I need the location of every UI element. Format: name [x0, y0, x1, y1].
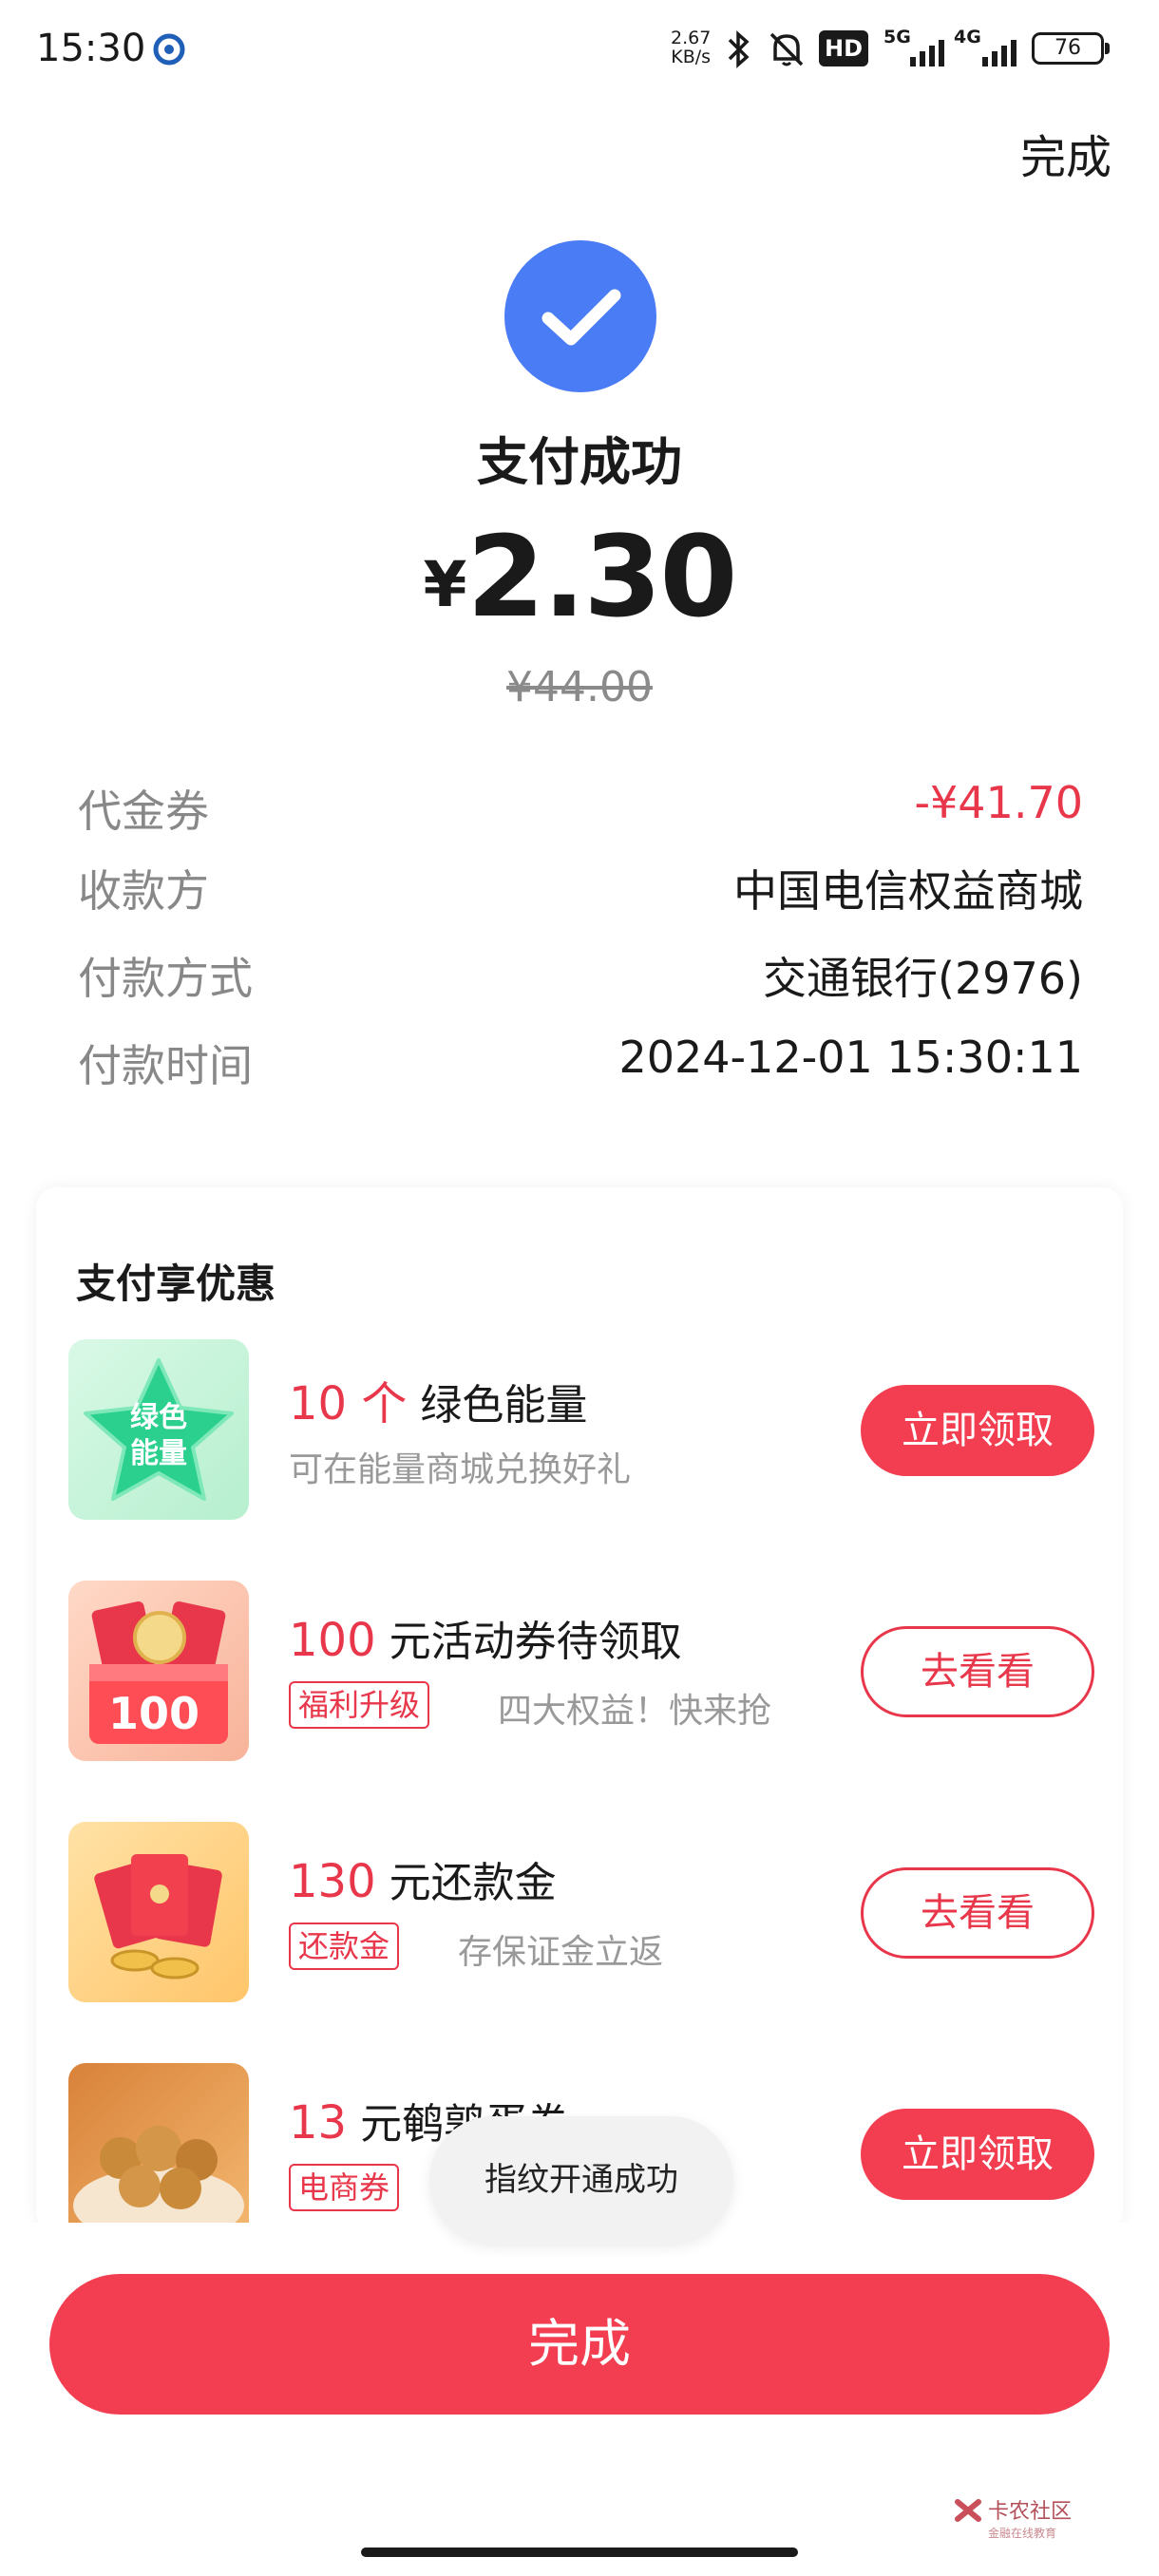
- detail-label: 代金券: [78, 786, 209, 837]
- detail-value: 交通银行(2976): [763, 953, 1083, 1004]
- done-button[interactable]: 完成: [49, 2274, 1110, 2415]
- home-indicator[interactable]: [361, 2548, 798, 2557]
- detail-row-voucher: 代金券 -¥41.70: [78, 777, 1083, 837]
- detail-row-payment-time: 付款时间 2024-12-01 15:30:11: [78, 1032, 1083, 1091]
- watermark-subtitle: 金融在线教育: [988, 2527, 1057, 2540]
- offer-highlight: 100: [289, 1614, 376, 1667]
- app-notification-icon: [153, 33, 185, 66]
- detail-row-payee: 收款方 中国电信权益商城: [78, 857, 1083, 917]
- status-bar: 15:30 2.67 KB/s HD 5G 4G 76: [0, 0, 1159, 99]
- signal-icon-1: [910, 40, 944, 66]
- offer-highlight: 10 个: [289, 1377, 408, 1430]
- network-speed-value: 2.67: [671, 28, 712, 48]
- promo-card: 支付享优惠 绿色 能量 10 个 绿色能量 可在能量商城兑换好礼 立即领取 10…: [36, 1187, 1123, 2244]
- payment-success-title: 支付成功: [477, 432, 682, 492]
- energy-label-line1: 绿色: [130, 1401, 187, 1434]
- offer-item-activity-coupon[interactable]: 100 100 元活动券待领取 福利升级 四大权益！快来抢 去看看: [68, 1581, 1094, 1761]
- detail-value: 2024-12-01 15:30:11: [618, 1032, 1083, 1083]
- promo-card-title: 支付享优惠: [76, 1260, 276, 1307]
- fingerprint-toast: 指纹开通成功: [429, 2116, 733, 2244]
- network-speed-unit: KB/s: [671, 47, 712, 67]
- amount-value: 2.30: [466, 511, 737, 642]
- watermark-logo-icon: [955, 2499, 981, 2522]
- red-envelope-thumbnail: [68, 1822, 249, 2002]
- offer-subtitle: 可在能量商城兑换好礼: [289, 1450, 632, 1489]
- offer-title: 10 个 绿色能量: [289, 1366, 587, 1432]
- currency-symbol: ¥: [423, 548, 467, 621]
- offer-tag: 电商券: [289, 2164, 400, 2211]
- quail-egg-thumbnail: [68, 2063, 249, 2244]
- watermark-title: 卡农社区: [988, 2500, 1073, 2524]
- offer-title: 100 元活动券待领取: [289, 1607, 682, 1668]
- success-check-icon: [504, 240, 656, 392]
- coupon-box-thumbnail: 100: [68, 1581, 249, 1761]
- detail-label: 付款方式: [78, 953, 253, 1004]
- detail-value: -¥41.70: [914, 777, 1083, 828]
- status-time: 15:30: [36, 27, 146, 70]
- network-speed: 2.67 KB/s: [671, 28, 711, 66]
- coupon-box-label: 100: [108, 1688, 200, 1739]
- offer-title-text: 绿色能量: [407, 1381, 588, 1430]
- claim-button[interactable]: 立即领取: [861, 2109, 1094, 2200]
- detail-label: 付款时间: [78, 1040, 253, 1091]
- view-button[interactable]: 去看看: [861, 1867, 1094, 1959]
- detail-value: 中国电信权益商城: [733, 865, 1083, 917]
- mute-bell-icon: [770, 32, 804, 66]
- watermark: 卡农社区 金融在线教育: [955, 2494, 1073, 2541]
- detail-label: 收款方: [78, 865, 209, 917]
- done-link[interactable]: 完成: [1020, 120, 1112, 186]
- offer-highlight: 130: [289, 1855, 376, 1908]
- offer-highlight: 13: [289, 2096, 348, 2150]
- detail-row-payment-method: 付款方式 交通银行(2976): [78, 944, 1083, 1004]
- offer-title-text: 元活动券待领取: [375, 1618, 682, 1666]
- offer-tag: 福利升级: [289, 1681, 430, 1729]
- energy-label-line2: 能量: [130, 1437, 187, 1470]
- offer-title-text: 元还款金: [375, 1859, 557, 1907]
- view-button[interactable]: 去看看: [861, 1626, 1094, 1717]
- offer-item-repayment[interactable]: 130 元还款金 还款金 存保证金立返 去看看: [68, 1822, 1094, 2002]
- offer-tag: 还款金: [289, 1923, 400, 1970]
- offer-tag-description: 四大权益！快来抢: [498, 1692, 772, 1731]
- battery-icon: 76: [1032, 32, 1110, 65]
- offer-title: 130 元还款金: [289, 1848, 557, 1909]
- paid-amount: ¥2.30: [0, 511, 1159, 642]
- claim-button[interactable]: 立即领取: [861, 1385, 1094, 1476]
- offer-tag-description: 存保证金立返: [458, 1933, 664, 1972]
- hd-voice-icon: HD: [819, 30, 869, 66]
- signal-icon-2: [982, 40, 1016, 66]
- bluetooth-icon: [728, 30, 750, 68]
- offer-item-green-energy[interactable]: 绿色 能量 10 个 绿色能量 可在能量商城兑换好礼 立即领取: [68, 1339, 1094, 1520]
- green-energy-thumbnail: 绿色 能量: [68, 1339, 249, 1520]
- original-price: ¥44.00: [506, 663, 653, 711]
